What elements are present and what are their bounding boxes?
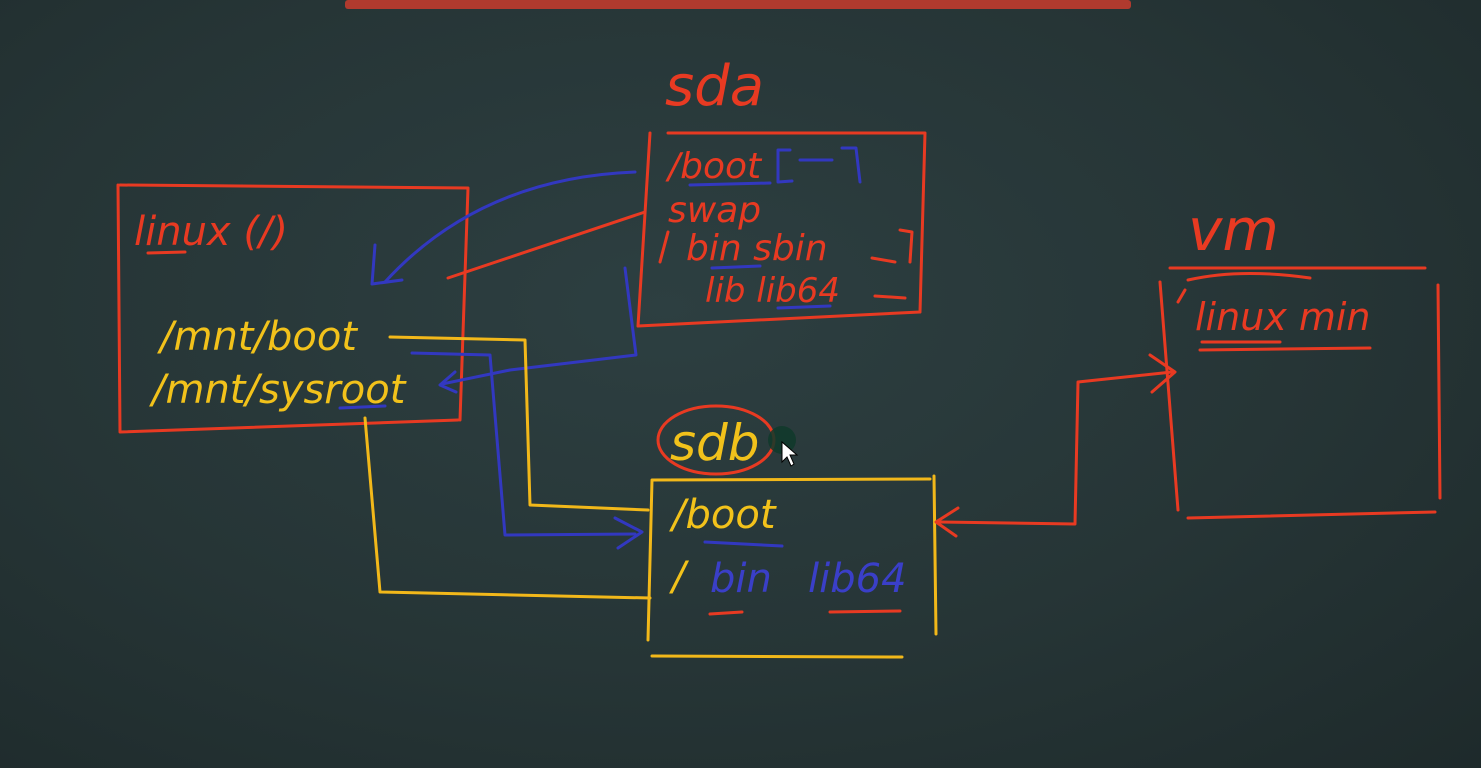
sdb-root-item: /	[669, 554, 690, 600]
sda-bin-underline	[710, 264, 762, 270]
arrow-sda-to-sysroot	[440, 266, 638, 386]
sdb-boot-underline	[703, 540, 784, 548]
sdb-label: sdb	[670, 414, 760, 472]
vm-label: vm	[1188, 196, 1279, 264]
top-bar	[345, 0, 1131, 9]
mount-boot-label: /mnt/boot	[157, 314, 358, 360]
arrow-sdb-to-vm	[938, 370, 1174, 526]
sda-swap-item: swap	[668, 190, 761, 231]
sda-disk: sda /boot swap bin sbin lib lib64	[636, 54, 927, 328]
sda-lib64-underline	[776, 304, 832, 310]
vm-content: linux min	[1195, 295, 1371, 339]
sdb-bin-underline	[708, 610, 744, 616]
line-mnt-boot-to-sdb-boot	[388, 335, 650, 512]
whiteboard-diagram: linux (/) /mnt/boot /mnt/sysroot sda /bo…	[116, 0, 1442, 659]
sdb-lib64-item: lib64	[808, 556, 907, 602]
vm-box: vm linux min	[1158, 196, 1442, 520]
linux-box: linux (/) /mnt/boot /mnt/sysroot	[116, 183, 470, 434]
sysroot-underline	[338, 404, 387, 410]
vm-content-underline	[1198, 340, 1372, 352]
sda-boot-item: /boot	[665, 146, 763, 187]
line-sda-swap-to-linux	[446, 210, 647, 280]
sda-boot-bracket	[776, 146, 862, 184]
linux-title-underline	[146, 250, 187, 255]
sda-boot-underline	[688, 181, 772, 187]
sdb-bin-item: bin	[710, 556, 772, 602]
sda-bin-sbin-item: bin sbin	[686, 228, 828, 269]
sda-lib-tick	[873, 294, 907, 300]
sda-label: sda	[665, 54, 764, 119]
sdb-lib64-underline	[828, 609, 902, 614]
mouse-cursor-icon	[768, 426, 799, 467]
linux-box-title: linux (/)	[134, 209, 288, 255]
sdb-boot-item: /boot	[669, 492, 777, 538]
